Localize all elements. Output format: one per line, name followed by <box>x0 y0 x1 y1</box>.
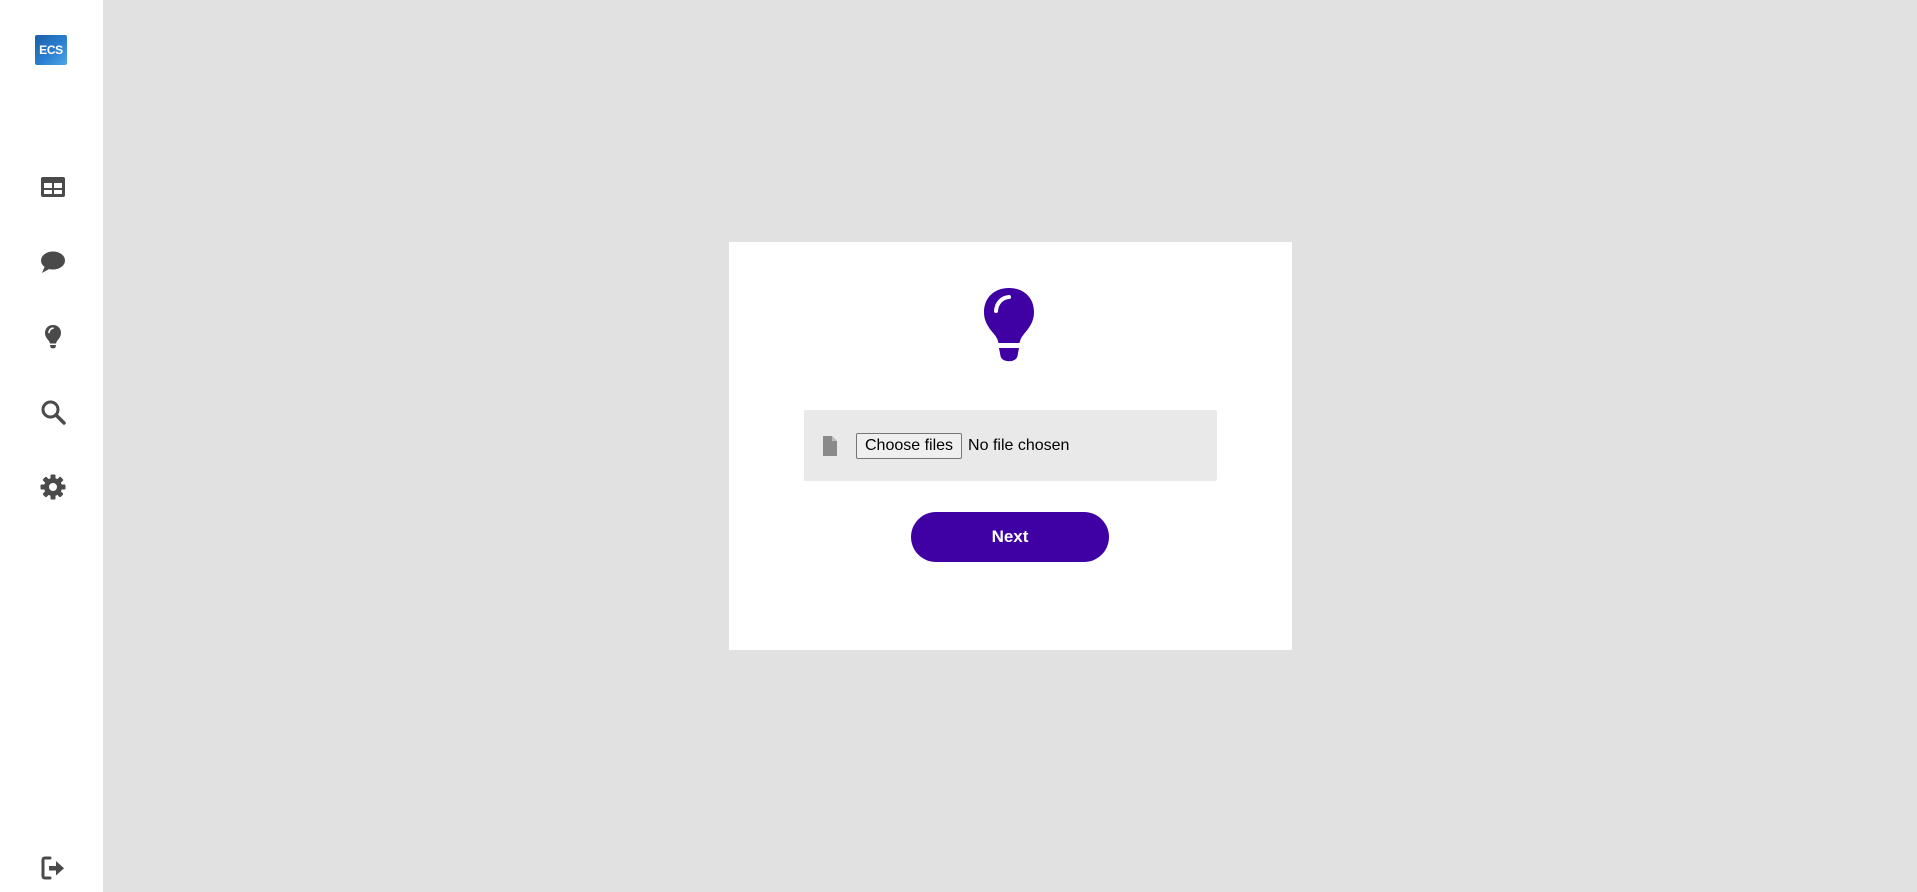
sidebar-item-search[interactable] <box>37 398 69 430</box>
gear-icon <box>39 473 67 506</box>
sidebar-item-chat[interactable] <box>37 248 69 280</box>
lightbulb-icon <box>978 285 1040 365</box>
next-button-label: Next <box>991 527 1029 546</box>
logout-button[interactable] <box>37 854 69 886</box>
sidebar-item-settings[interactable] <box>37 473 69 505</box>
app-logo[interactable]: ECS <box>35 35 67 65</box>
file-status-text: No file chosen <box>968 436 1070 454</box>
logo-text: ECS <box>39 43 63 57</box>
logout-icon <box>39 854 67 887</box>
chat-icon <box>39 248 67 281</box>
next-button[interactable]: Next <box>911 512 1109 562</box>
sidebar-item-table[interactable] <box>37 173 69 205</box>
sidebar-item-ideas[interactable] <box>37 323 69 355</box>
lightbulb-icon <box>39 323 67 356</box>
sidebar: ECS <box>0 0 103 892</box>
file-upload-field[interactable]: Choose files No file chosen <box>804 410 1217 481</box>
file-icon <box>822 435 838 457</box>
upload-card: Choose files No file chosen Next <box>729 242 1292 650</box>
table-icon <box>39 173 67 206</box>
choose-files-button[interactable]: Choose files <box>856 432 963 459</box>
search-icon <box>39 398 67 431</box>
